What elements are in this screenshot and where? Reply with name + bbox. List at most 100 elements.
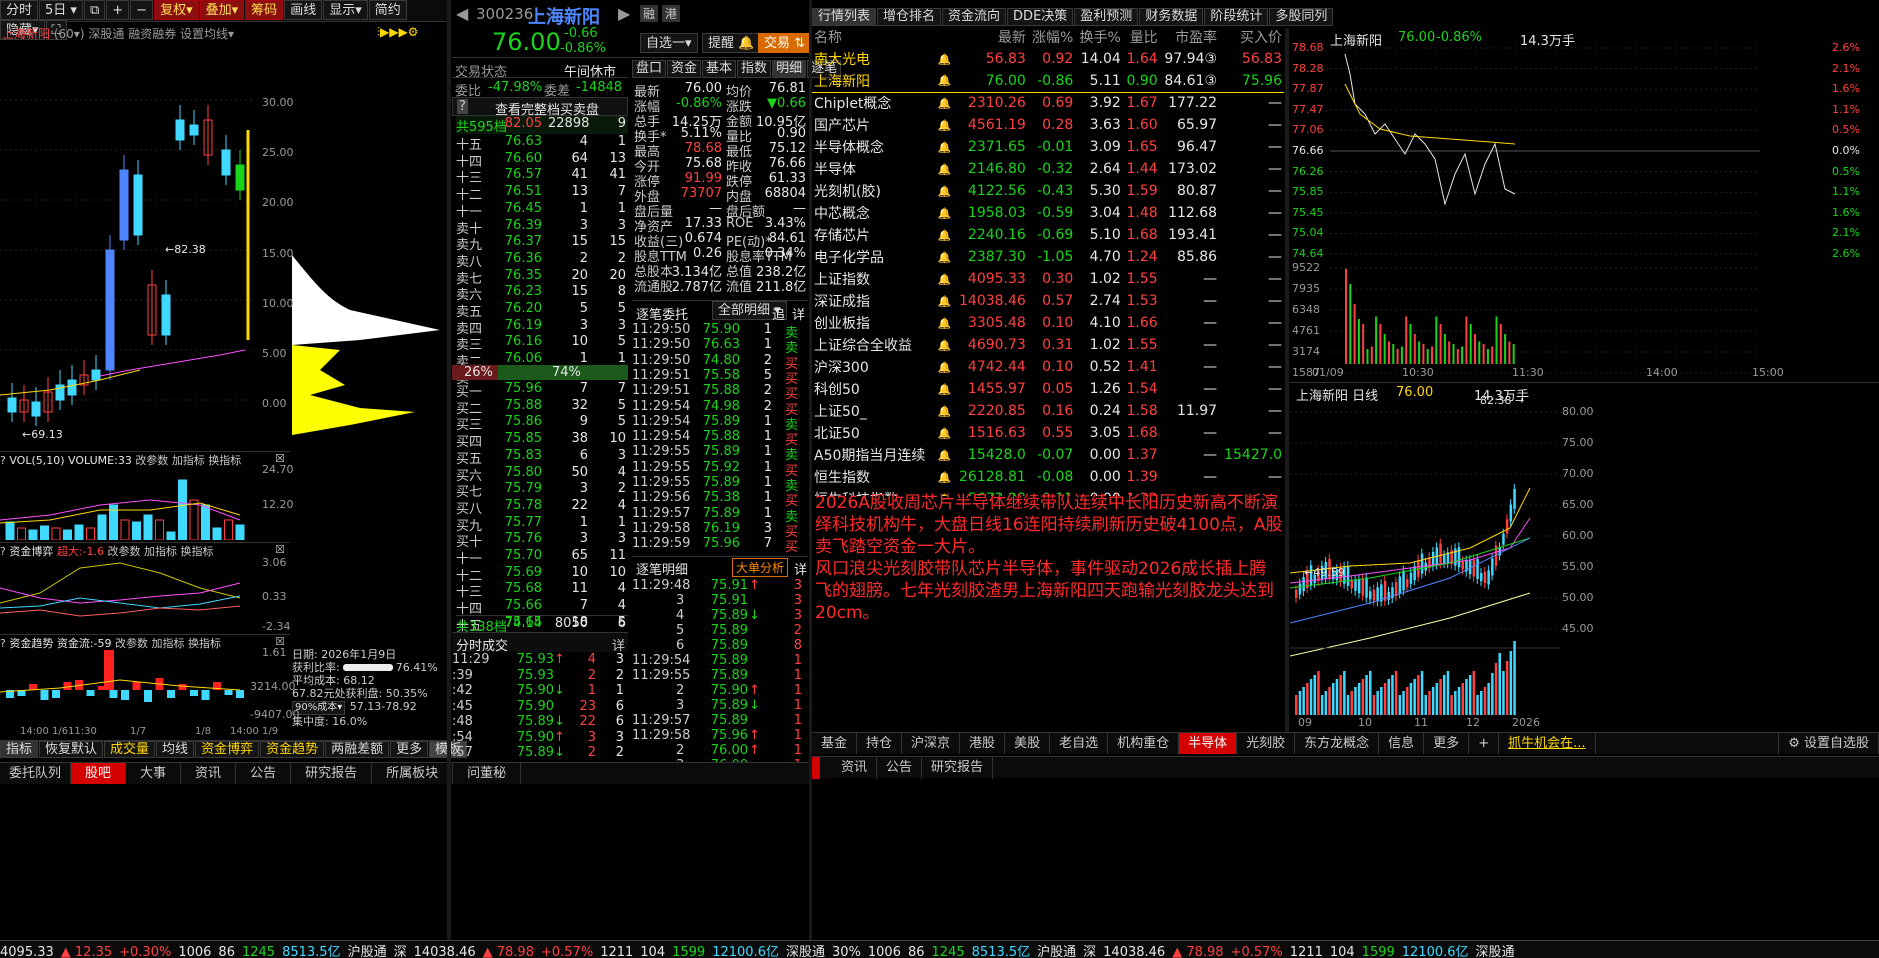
- buy-level[interactable]: 十四 75.66 7 4: [456, 598, 628, 617]
- tab-funds[interactable]: 资金: [667, 60, 702, 78]
- ma-setting[interactable]: 设置均线: [180, 27, 228, 41]
- tab-news[interactable]: 资讯: [181, 763, 237, 785]
- flow-add[interactable]: 加指标: [152, 637, 185, 650]
- cost-select[interactable]: 90%成本▾: [292, 701, 346, 715]
- bell-icon[interactable]: 🔔: [934, 268, 954, 290]
- market-row[interactable]: 科创50 🔔 1455.97 0.05 1.26 1.54 — —: [812, 378, 1284, 400]
- market-row[interactable]: 创业板指 🔔 3305.48 0.10 4.10 1.66 — —: [812, 312, 1284, 334]
- fuquan-button[interactable]: 复权▾: [154, 0, 199, 20]
- bell-icon[interactable]: 🔔: [934, 334, 954, 356]
- market-row[interactable]: 上海新阳 🔔 76.00 -0.86 5.11 0.90 84.61③ 75.96: [812, 70, 1284, 92]
- market-row[interactable]: 上证50_ 🔔 2220.85 0.16 0.24 1.58 11.97 —: [812, 400, 1284, 422]
- tab-index[interactable]: 指数: [737, 60, 772, 78]
- col-pe[interactable]: 市盈率: [1160, 26, 1219, 48]
- buy-level[interactable]: 买三 75.86 9 5: [456, 414, 628, 433]
- market-row[interactable]: 深证成指 🔔 14038.46 0.57 2.74 1.53 — —: [812, 290, 1284, 312]
- buy-level[interactable]: 买五 75.83 6 3: [456, 448, 628, 467]
- col-pct[interactable]: 涨幅%: [1028, 26, 1076, 48]
- market-row[interactable]: 中芯概念 🔔 1958.03 -0.59 3.04 1.48 112.68 —: [812, 202, 1284, 224]
- full-book-link[interactable]: ? 查看完整档买卖盘: [452, 97, 628, 118]
- market-row[interactable]: 上证综合全收益 🔔 4690.73 0.31 1.02 1.55 — —: [812, 334, 1284, 356]
- game-edit[interactable]: 改参数: [108, 545, 141, 558]
- ma-tab[interactable]: 均线: [156, 741, 195, 758]
- flow-swap[interactable]: 换指标: [188, 637, 221, 650]
- tab-sector[interactable]: 所属板块: [372, 763, 454, 785]
- chip-button[interactable]: 筹码: [245, 0, 284, 20]
- col-volratio[interactable]: 量比: [1123, 26, 1160, 48]
- tab-dde[interactable]: DDE决策: [1007, 8, 1074, 26]
- tab-notice[interactable]: 公告: [236, 763, 292, 785]
- flow-edit[interactable]: 改参数: [115, 637, 148, 650]
- watchlist-button[interactable]: 自选一▾: [640, 33, 698, 53]
- status-item[interactable]: 沪股通: [348, 945, 387, 958]
- buy-level[interactable]: 买四 75.85 38 10: [456, 431, 628, 450]
- buy-level[interactable]: 买九 75.77 1 1: [456, 515, 628, 534]
- more-tab[interactable]: 更多: [390, 741, 429, 758]
- bell-icon[interactable]: 🔔: [934, 312, 954, 334]
- bell-icon[interactable]: 🔔: [934, 114, 954, 136]
- col-turnover[interactable]: 换手%: [1075, 26, 1123, 48]
- display-button[interactable]: 显示▾: [323, 0, 368, 20]
- sell-level[interactable]: 卖六 76.23 15 8: [456, 284, 628, 303]
- next-stock-icon[interactable]: ▶: [618, 4, 630, 23]
- indicator-tab[interactable]: 指标: [0, 741, 39, 758]
- buy-level[interactable]: 买六 75.80 50 4: [456, 465, 628, 484]
- shen-gu-tong[interactable]: 深股通: [88, 27, 124, 41]
- simple-button[interactable]: 简约: [368, 0, 407, 20]
- tab-old-watch[interactable]: 老自选: [1050, 733, 1109, 754]
- market-row[interactable]: 上证指数 🔔 4095.33 0.30 1.02 1.55 — —: [812, 268, 1284, 290]
- buy-level[interactable]: 买二 75.88 32 5: [456, 398, 628, 417]
- tab-finance[interactable]: 财务数据: [1139, 8, 1204, 26]
- sell-level[interactable]: 卖八 76.36 2 2: [456, 251, 628, 270]
- bell-icon[interactable]: 🔔: [934, 422, 954, 444]
- zbmx-detail[interactable]: 详: [794, 559, 807, 578]
- market-row[interactable]: 南大光电 🔔 56.83 0.92 14.04 1.64 97.94③ 56.83: [812, 48, 1284, 70]
- tab-basic[interactable]: 基本: [702, 60, 737, 78]
- report-tab[interactable]: 研究报告: [922, 757, 994, 779]
- zoom-out-button[interactable]: −: [130, 0, 154, 20]
- market-row[interactable]: 电子化学品 🔔 2387.30 -1.05 4.70 1.24 85.86 —: [812, 246, 1284, 268]
- tab-photoresist[interactable]: 光刻胶: [1237, 733, 1296, 754]
- watchlist-settings[interactable]: ⚙ 设置自选股: [1778, 733, 1879, 754]
- close-icon[interactable]: ☒: [275, 543, 285, 556]
- tab-fund-flow[interactable]: 资金流向: [942, 8, 1007, 26]
- buy-level[interactable]: 买七 75.79 3 2: [456, 481, 628, 500]
- reset-tab[interactable]: 恢复默认: [39, 741, 104, 758]
- bell-icon[interactable]: 🔔: [934, 158, 954, 180]
- big-order-button[interactable]: 大单分析: [732, 558, 789, 577]
- bell-icon[interactable]: 🔔: [934, 444, 954, 466]
- sell-level[interactable]: 十三 76.57 41 41: [456, 167, 628, 186]
- draw-button[interactable]: 画线: [284, 0, 323, 20]
- bell-icon[interactable]: 🔔: [934, 224, 954, 246]
- tab-dragon[interactable]: 东方龙概念: [1295, 733, 1380, 754]
- tab-guba[interactable]: 股吧: [71, 763, 127, 785]
- trend-tab[interactable]: 资金趋势: [260, 741, 325, 758]
- sell-level[interactable]: 十二 76.51 13 7: [456, 184, 628, 203]
- game-tab[interactable]: 资金博弈: [195, 741, 260, 758]
- tab-forecast[interactable]: 盈利预测: [1074, 8, 1139, 26]
- tab-report[interactable]: 研究报告: [291, 763, 373, 785]
- tab-hold[interactable]: 持仓: [857, 733, 903, 754]
- status-item[interactable]: 沪股通: [1037, 945, 1076, 958]
- bell-icon[interactable]: 🔔: [934, 48, 954, 70]
- tab-queue[interactable]: 委托队列: [0, 763, 72, 785]
- volume-tab[interactable]: 成交量: [104, 741, 156, 758]
- news-tab[interactable]: 资讯: [832, 757, 878, 779]
- buy-level[interactable]: 买八 75.78 22 4: [456, 498, 628, 517]
- tab-5day[interactable]: 5日 ▾: [39, 0, 83, 20]
- market-row[interactable]: 半导体 🔔 2146.80 -0.32 2.64 1.44 173.02 —: [812, 158, 1284, 180]
- sell-level[interactable]: 十一 76.45 1 1: [456, 201, 628, 220]
- col-bid[interactable]: 买入价: [1219, 26, 1284, 48]
- market-row[interactable]: Chiplet概念 🔔 2310.26 0.69 3.92 1.67 177.22 —: [812, 92, 1284, 114]
- tab-detail[interactable]: 明细: [772, 60, 807, 78]
- tab-hk[interactable]: 港股: [960, 733, 1006, 754]
- buy-level[interactable]: 买十 75.76 3 3: [456, 531, 628, 550]
- notice-tab[interactable]: 公告: [877, 757, 923, 779]
- sell-level[interactable]: 十五 76.63 4 1: [456, 134, 628, 153]
- game-add[interactable]: 加指标: [144, 545, 177, 558]
- zbwt-detail[interactable]: 详: [792, 304, 805, 323]
- bell-icon[interactable]: 🔔: [934, 70, 954, 92]
- window-icon[interactable]: ⧉: [83, 0, 106, 20]
- status-item[interactable]: 深股通: [786, 945, 825, 958]
- zbwt-chase[interactable]: 追: [772, 304, 785, 323]
